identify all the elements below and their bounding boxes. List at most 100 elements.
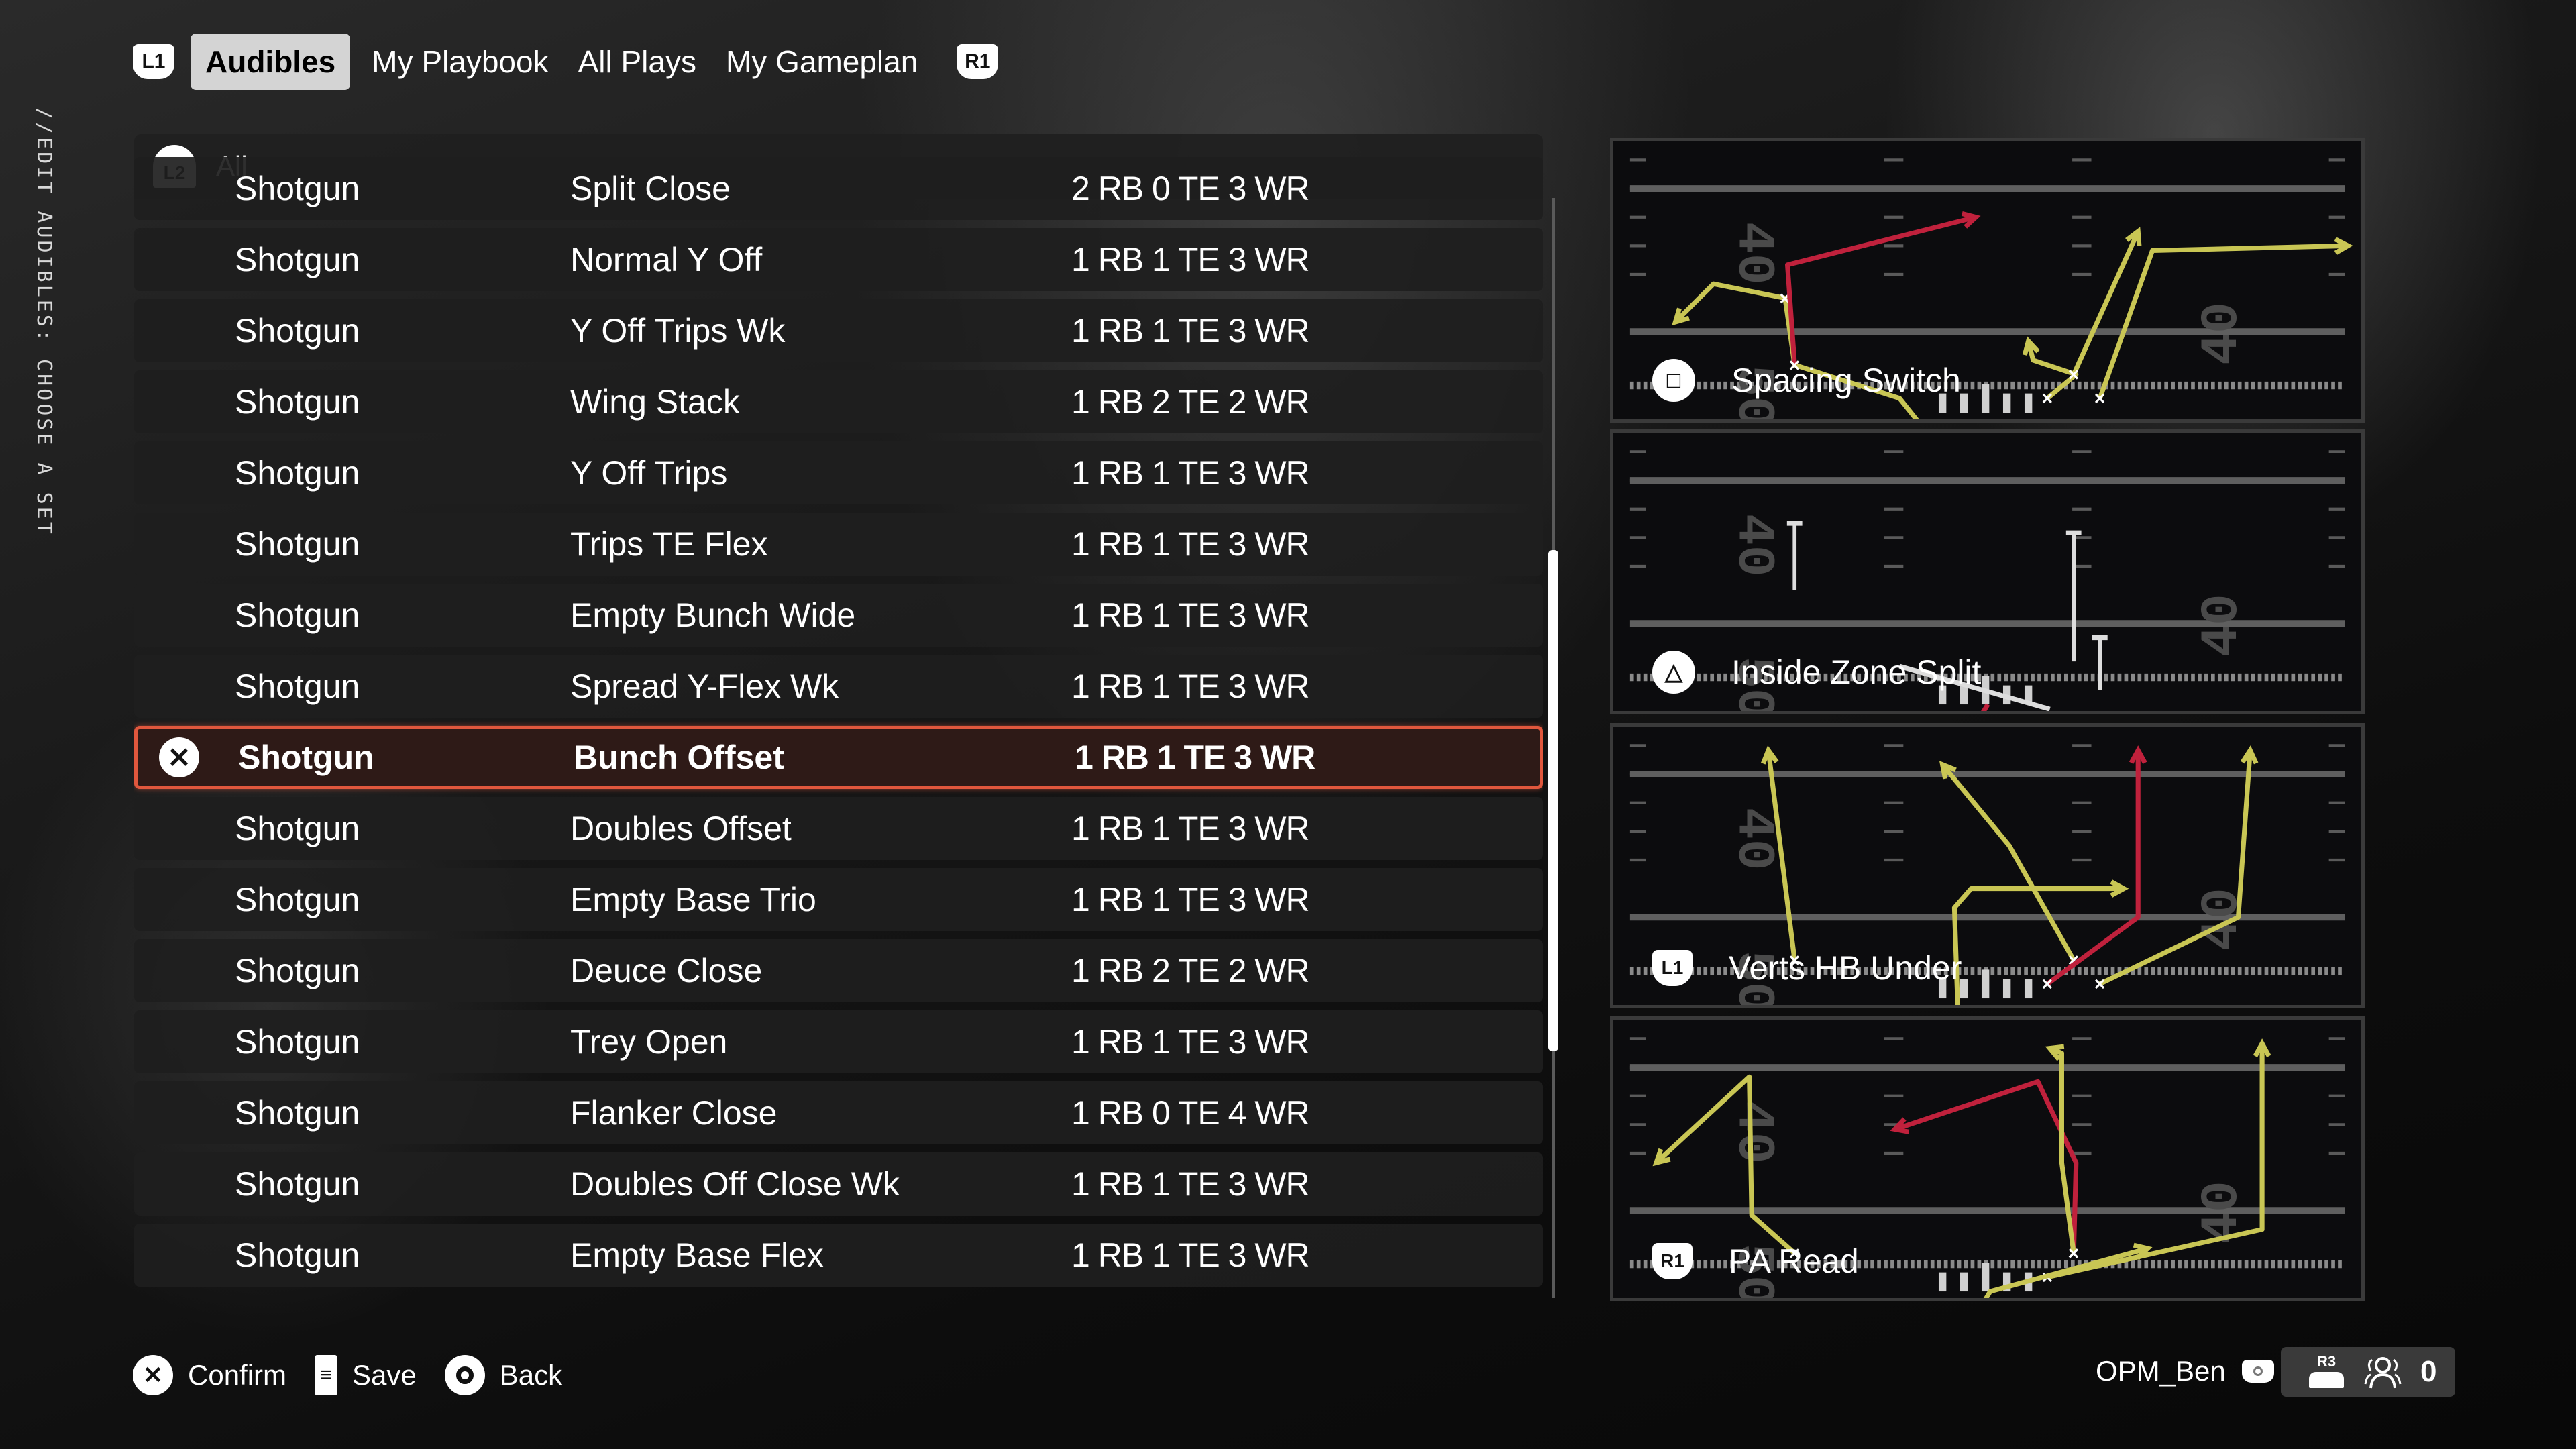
yard-number: 40 xyxy=(1723,808,1782,871)
set-name-cell: Normal Y Off xyxy=(570,241,763,278)
yard-number: 40 xyxy=(1723,222,1782,285)
audible-caption: L1 Verts HB Under xyxy=(1652,949,1962,987)
list-row[interactable]: Shotgun Doubles Offset 1 RB 1 TE 3 WR xyxy=(134,797,1543,860)
list-row[interactable]: Shotgun Doubles Off Close Wk 1 RB 1 TE 3 W… xyxy=(134,1152,1543,1216)
lineman-marker xyxy=(2002,393,2011,413)
list-row[interactable]: Shotgun Empty Base Trio 1 RB 1 TE 3 WR xyxy=(134,868,1543,931)
formation-cell: Shotgun xyxy=(238,739,374,776)
formation-cell: Shotgun xyxy=(235,241,360,278)
formation-cell: Shotgun xyxy=(235,667,360,705)
tab-audibles[interactable]: Audibles xyxy=(191,34,351,90)
personnel-cell: 1 RB 1 TE 3 WR xyxy=(1071,1023,1310,1061)
list-row[interactable]: Shotgun Normal Y Off 1 RB 1 TE 3 WR xyxy=(134,228,1543,291)
route-line xyxy=(2071,230,2141,376)
receiver-marker: × xyxy=(2094,974,2106,996)
personnel-cell: 1 RB 2 TE 2 WR xyxy=(1071,383,1310,421)
personnel-cell: 1 RB 1 TE 3 WR xyxy=(1071,454,1310,492)
formation-cell: Shotgun xyxy=(235,952,360,989)
personnel-cell: 1 RB 2 TE 2 WR xyxy=(1071,952,1310,989)
options-button-icon: ≡ xyxy=(315,1355,338,1395)
receiver-marker: × xyxy=(2042,388,2053,410)
party-members-icon xyxy=(2364,1357,2402,1389)
personnel-cell: 1 RB 1 TE 3 WR xyxy=(1071,667,1310,705)
tab-bar: L1 Audibles My Playbook All Plays My Gam… xyxy=(133,34,999,90)
lineman-marker xyxy=(1981,969,1990,999)
button-prompts: ✕ Confirm ≡ Save Back xyxy=(133,1352,590,1399)
tab-all-plays[interactable]: All Plays xyxy=(564,34,711,90)
personnel-cell: 1 RB 1 TE 3 WR xyxy=(1071,312,1310,350)
list-row[interactable]: Shotgun Trey Open 1 RB 1 TE 3 WR xyxy=(134,1010,1543,1073)
triangle-button-icon: △ xyxy=(1652,651,1695,694)
personnel-cell: 1 RB 1 TE 3 WR xyxy=(1071,1236,1310,1274)
l1-bumper-icon[interactable]: L1 xyxy=(133,44,174,79)
set-name-cell: Y Off Trips xyxy=(570,454,728,492)
set-name-cell: Wing Stack xyxy=(570,383,740,421)
screen-breadcrumb: //EDIT AUDIBLES: CHOOSE A SET xyxy=(32,107,56,537)
confirm-button[interactable]: ✕ Confirm xyxy=(133,1355,286,1395)
audible-card-1[interactable]: 40504050××××××□Spacing Switch xyxy=(1610,138,2365,423)
set-name-cell: Y Off Trips Wk xyxy=(570,312,786,350)
user-info: OPM_Ben xyxy=(2096,1355,2274,1387)
list-row[interactable]: Shotgun Y Off Trips Wk 1 RB 1 TE 3 WR xyxy=(134,299,1543,362)
personnel-cell: 1 RB 1 TE 3 WR xyxy=(1075,739,1316,776)
l1-button-icon: L1 xyxy=(1652,950,1693,986)
list-row[interactable]: Shotgun Flanker Close 1 RB 0 TE 4 WR xyxy=(134,1081,1543,1144)
r1-bumper-icon[interactable]: R1 xyxy=(957,44,999,79)
set-name-cell: Empty Base Trio xyxy=(570,881,816,918)
list-row[interactable]: Shotgun Split Close 2 RB 0 TE 3 WR xyxy=(134,157,1543,220)
lineman-marker xyxy=(1960,393,1968,413)
list-row[interactable]: Shotgun Y Off Trips 1 RB 1 TE 3 WR xyxy=(134,441,1543,504)
lineman-marker xyxy=(1981,1263,1990,1292)
formation-cell: Shotgun xyxy=(235,383,360,421)
run-path xyxy=(1981,703,1990,711)
square-button-icon: □ xyxy=(1652,359,1695,402)
set-name-cell: Spread Y-Flex Wk xyxy=(570,667,839,705)
yard-number: 40 xyxy=(1723,1101,1782,1164)
party-button[interactable]: R3 0 xyxy=(2281,1347,2455,1397)
list-row[interactable]: Shotgun Empty Base Flex 1 RB 1 TE 3 WR xyxy=(134,1224,1543,1287)
party-count: 0 xyxy=(2420,1355,2437,1388)
set-name-cell: Empty Base Flex xyxy=(570,1236,824,1274)
formation-cell: Shotgun xyxy=(235,596,360,634)
audible-caption: R1 PA Read xyxy=(1652,1242,1859,1281)
formation-cell: Shotgun xyxy=(235,1236,360,1274)
personnel-cell: 1 RB 1 TE 3 WR xyxy=(1071,1165,1310,1203)
audible-card-3[interactable]: 40504050×××××L1Verts HB Under xyxy=(1610,723,2365,1008)
play-name: Verts HB Under xyxy=(1729,949,1962,987)
back-button[interactable]: Back xyxy=(444,1355,562,1395)
yard-number: 40 xyxy=(2193,302,2252,365)
lineman-marker xyxy=(1960,1272,1968,1292)
route-line xyxy=(2045,750,2141,986)
lineman-marker xyxy=(2002,979,2011,999)
save-button[interactable]: ≡ Save xyxy=(315,1355,417,1395)
formation-cell: Shotgun xyxy=(235,1094,360,1132)
confirm-label: Confirm xyxy=(188,1359,287,1391)
scrollbar-thumb[interactable] xyxy=(1548,550,1558,1051)
list-row[interactable]: Shotgun Spread Y-Flex Wk 1 RB 1 TE 3 WR xyxy=(134,655,1543,718)
audible-card-2[interactable]: 40504050△Inside Zone Split xyxy=(1610,429,2365,714)
list-row-selected[interactable]: ✕ Shotgun Bunch Offset 1 RB 1 TE 3 WR xyxy=(134,726,1543,789)
cross-button-icon: ✕ xyxy=(159,737,199,777)
tab-my-gameplan[interactable]: My Gameplan xyxy=(711,34,932,90)
personnel-cell: 2 RB 0 TE 3 WR xyxy=(1071,170,1310,207)
list-row[interactable]: Shotgun Wing Stack 1 RB 2 TE 2 WR xyxy=(134,370,1543,433)
r1-button-icon: R1 xyxy=(1652,1243,1693,1279)
lineman-marker xyxy=(1981,384,1990,413)
audible-card-4[interactable]: 40504050×××××R1PA Read xyxy=(1610,1016,2365,1301)
set-name-cell: Trey Open xyxy=(570,1023,728,1061)
audible-caption: □ Spacing Switch xyxy=(1652,359,1961,402)
route-line xyxy=(1894,1079,2079,1254)
username: OPM_Ben xyxy=(2096,1355,2226,1387)
list-row[interactable]: Shotgun Deuce Close 1 RB 2 TE 2 WR xyxy=(134,939,1543,1002)
yard-number: 40 xyxy=(2193,594,2252,657)
r3-stick-icon: R3 xyxy=(2308,1353,2345,1391)
personnel-cell: 1 RB 1 TE 3 WR xyxy=(1071,881,1310,918)
tab-my-playbook[interactable]: My Playbook xyxy=(357,34,563,90)
list-row[interactable]: Shotgun Trips TE Flex 1 RB 1 TE 3 WR xyxy=(134,513,1543,576)
lineman-marker xyxy=(2024,393,2033,413)
formation-cell: Shotgun xyxy=(235,1165,360,1203)
formation-cell: Shotgun xyxy=(235,454,360,492)
formation-set-list: L2 All ShotgunSplit Close2 RB 0 TE 3 WRS… xyxy=(134,134,1543,1298)
list-row[interactable]: Shotgun Empty Bunch Wide 1 RB 1 TE 3 WR xyxy=(134,584,1543,647)
lineman-marker xyxy=(2024,979,2033,999)
